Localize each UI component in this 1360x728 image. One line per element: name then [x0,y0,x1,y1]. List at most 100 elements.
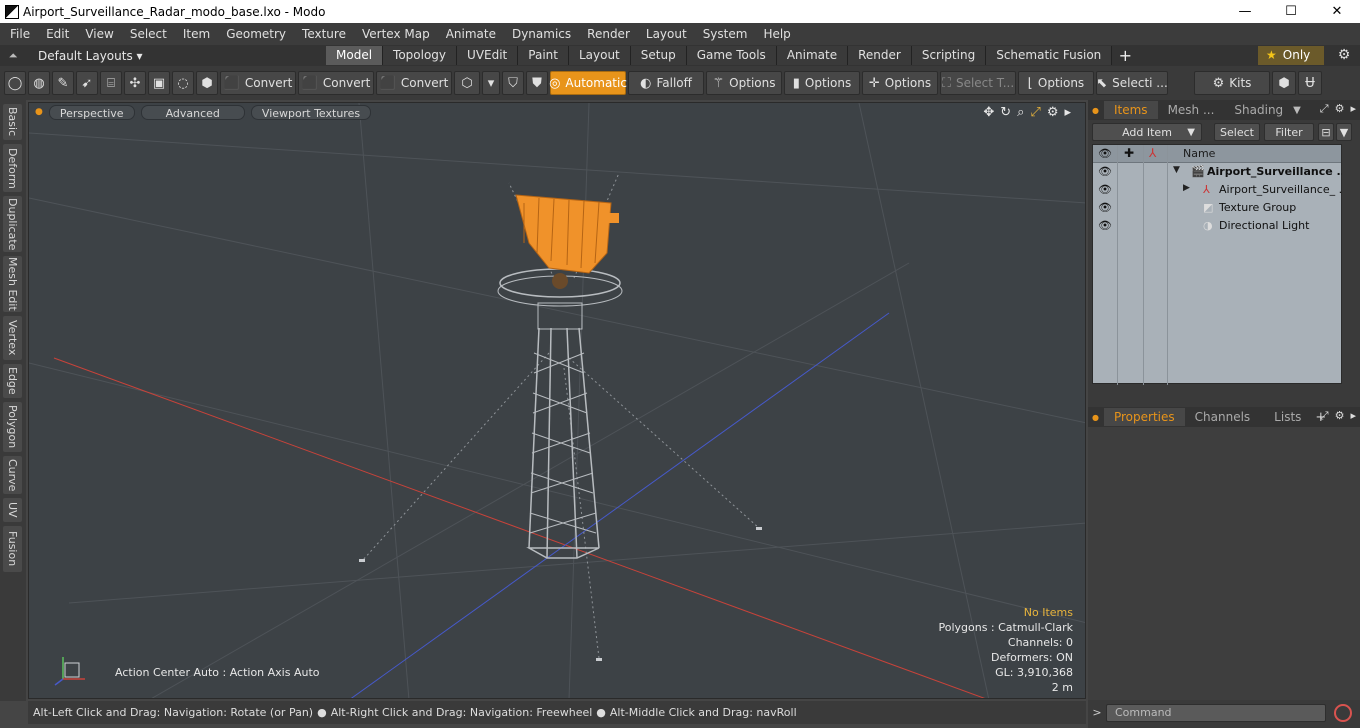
tab-layout[interactable]: Layout [568,46,631,65]
panel-menu-arrow-icon[interactable]: ▸ [1350,102,1356,116]
menu-animate[interactable]: Animate [438,27,504,41]
tab-edge[interactable]: Edge [3,364,22,398]
tab-fusion[interactable]: Fusion [3,526,22,572]
menu-dynamics[interactable]: Dynamics [504,27,579,41]
menu-file[interactable]: File [0,27,38,41]
collapse-arrow-icon[interactable]: ⏶ [0,49,26,63]
menu-view[interactable]: View [77,27,121,41]
visibility-eye-icon[interactable]: 👁 [1098,183,1112,196]
item-list-vertical-scrollbar[interactable] [1342,144,1354,384]
panel-gear-icon[interactable]: ⚙ [1335,409,1345,423]
maximize-button[interactable]: ☐ [1268,0,1314,23]
select-through-button[interactable]: ⛶ Select T... [940,71,1016,95]
maximize-viewport-icon[interactable]: ⤢ [1030,105,1040,120]
options-button-4[interactable]: ⌊ Options [1018,71,1094,95]
transform-icon[interactable]: ✣ [124,71,146,95]
tab-mesh[interactable]: Mesh ... [1158,101,1225,119]
column-name[interactable]: Name [1183,147,1215,160]
gear-icon[interactable]: ⚙ [1334,46,1354,65]
tab-items[interactable]: Items [1103,101,1158,119]
menu-help[interactable]: Help [755,27,798,41]
visibility-eye-icon[interactable]: 👁 [1098,219,1112,232]
item-mode-icon[interactable]: ⬢ [196,71,218,95]
chevron-down-icon[interactable]: ▼ [1293,105,1301,116]
kits-button[interactable]: ⚙ Kits [1194,71,1270,95]
tab-mesh-edit[interactable]: Mesh Edit [3,256,22,312]
snapping-shield-icon[interactable]: ⛊ [526,71,548,95]
close-button[interactable]: ✕ [1314,0,1360,23]
menu-vertex-map[interactable]: Vertex Map [354,27,438,41]
selection-button[interactable]: ⬉ Selecti ... [1096,71,1168,95]
convert-button-1[interactable]: ⬛ Convert [220,71,296,95]
tab-properties[interactable]: Properties [1103,408,1185,426]
symmetry-shield-icon[interactable]: ⛉ [502,71,524,95]
expand-triangle-icon[interactable]: ▼ [1173,165,1180,175]
command-input[interactable]: Command [1106,703,1326,722]
tab-deform[interactable]: Deform [3,144,22,192]
tab-polygon[interactable]: Polygon [3,402,22,452]
list-item[interactable]: 👁 ◑ Directional Light [1093,217,1341,235]
3d-viewport[interactable]: ● Perspective Advanced Viewport Textures… [28,102,1086,699]
default-layouts-dropdown[interactable]: Default Layouts ▾ [26,49,326,63]
collapse-list-icon[interactable]: ⊟ [1318,123,1334,141]
perspective-button[interactable]: Perspective [48,104,135,120]
menu-layout[interactable]: Layout [638,27,695,41]
viewport-menu-arrow-icon[interactable]: ▸ [1064,105,1071,120]
options-button-1[interactable]: ⚚ Options [706,71,782,95]
advanced-button[interactable]: Advanced [140,104,245,120]
visibility-eye-icon[interactable]: 👁 [1098,201,1112,214]
menu-system[interactable]: System [695,27,756,41]
menu-edit[interactable]: Edit [38,27,77,41]
tab-basic[interactable]: Basic [3,104,22,140]
tab-vertex[interactable]: Vertex [3,316,22,360]
options-button-3[interactable]: ✛ Options [862,71,938,95]
tab-lists[interactable]: Lists [1260,408,1315,426]
viewport-textures-button[interactable]: Viewport Textures [250,104,372,120]
item-list-horizontal-scrollbar[interactable] [1092,387,1342,399]
expand-panel-icon[interactable]: ⤢ [1320,409,1329,423]
pen-tool-icon[interactable]: ✎ [52,71,74,95]
list-item[interactable]: 👁 ▼ 🎬 Airport_Surveillance ... [1093,163,1349,181]
lasso-icon[interactable]: ➹ [76,71,98,95]
command-history-chevron[interactable]: > [1088,706,1106,719]
sphere-icon[interactable]: ◌ [172,71,194,95]
automatic-button[interactable]: ◎ Automatic [549,71,627,95]
unity-icon[interactable]: ⬢ [1272,71,1296,95]
options-button-2[interactable]: ▮ Options [784,71,860,95]
funnel-filter-icon[interactable]: ▼ [1336,123,1352,141]
tab-setup[interactable]: Setup [630,46,687,65]
filter-button[interactable]: Filter [1264,123,1314,141]
minimize-button[interactable]: — [1222,0,1268,23]
expand-triangle-icon[interactable]: ▶ [1183,183,1190,193]
lock-cross-icon[interactable]: ✚ [1124,146,1134,160]
tab-duplicate[interactable]: Duplicate [3,196,22,252]
tab-uvedit[interactable]: UVEdit [457,46,519,65]
list-item[interactable]: 👁 ▶ ⅄ Airport_Surveillance_ ... [1093,181,1349,199]
visibility-eye-icon[interactable]: 👁 [1098,147,1112,160]
menu-texture[interactable]: Texture [294,27,354,41]
menu-render[interactable]: Render [579,27,638,41]
list-item[interactable]: 👁 ◩ Texture Group [1093,199,1341,217]
viewport-gear-icon[interactable]: ⚙ [1047,105,1059,120]
menu-geometry[interactable]: Geometry [218,27,294,41]
vertex-select-icon[interactable]: ◯ [4,71,26,95]
tab-scripting[interactable]: Scripting [911,46,987,65]
tab-shading[interactable]: Shading [1224,101,1293,119]
zoom-icon[interactable]: ⌕ [1017,105,1024,120]
globe-icon[interactable]: ◍ [28,71,50,95]
convert-button-2[interactable]: ⬛ Convert [298,71,374,95]
tab-channels[interactable]: Channels [1185,408,1261,426]
chevron-down-icon[interactable]: ▾ [482,71,500,95]
edge-select-icon[interactable]: ⌸ [100,71,122,95]
tab-paint[interactable]: Paint [518,46,569,65]
tab-schematic-fusion[interactable]: Schematic Fusion [986,46,1113,65]
select-button[interactable]: Select [1214,123,1260,141]
add-item-button[interactable]: Add Item ▼ [1092,123,1202,141]
convert-button-3[interactable]: ⬛ Convert [376,71,452,95]
unreal-icon[interactable]: Ʉ [1298,71,1322,95]
tab-uv[interactable]: UV [3,498,22,522]
tab-game-tools[interactable]: Game Tools [686,46,777,65]
tab-render[interactable]: Render [848,46,912,65]
menu-select[interactable]: Select [122,27,175,41]
tab-curve[interactable]: Curve [3,456,22,494]
